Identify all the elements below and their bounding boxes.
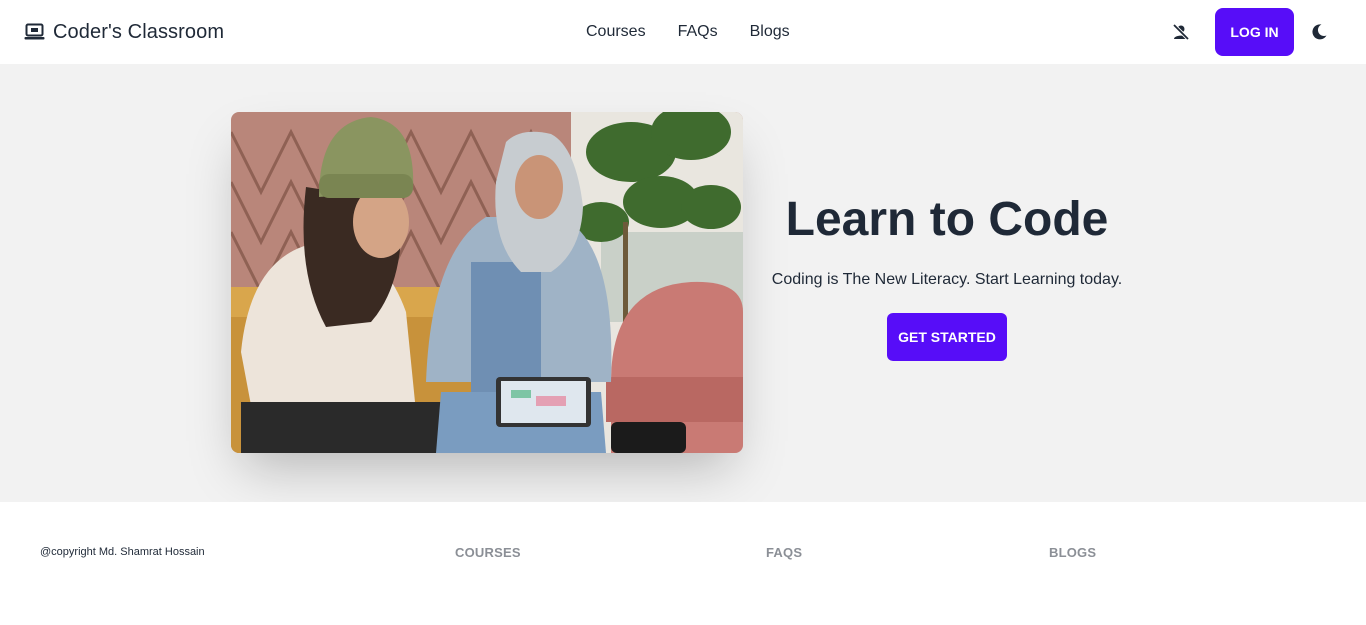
login-button[interactable]: LOG IN bbox=[1215, 8, 1294, 56]
copyright-text: @copyright Md. Shamrat Hossain bbox=[40, 546, 205, 558]
main-nav: Courses FAQs Blogs bbox=[586, 0, 790, 64]
nav-actions: LOG IN bbox=[1171, 8, 1328, 56]
laptop-icon bbox=[24, 23, 45, 41]
footer-link-courses[interactable]: COURSES bbox=[455, 545, 521, 560]
nav-link-faqs[interactable]: FAQs bbox=[678, 23, 718, 41]
footer: @copyright Md. Shamrat Hossain COURSES F… bbox=[0, 502, 1366, 625]
hero-section: Learn to Code Coding is The New Literacy… bbox=[0, 64, 1366, 502]
footer-link-faqs[interactable]: FAQS bbox=[766, 545, 802, 560]
navbar: Coder's Classroom Courses FAQs Blogs LOG… bbox=[0, 0, 1366, 64]
user-off-icon[interactable] bbox=[1171, 22, 1191, 42]
brand-title: Coder's Classroom bbox=[53, 20, 225, 43]
get-started-button[interactable]: GET STARTED bbox=[887, 312, 1007, 361]
nav-link-blogs[interactable]: Blogs bbox=[750, 23, 790, 41]
hero-text: Learn to Code Coding is The New Literacy… bbox=[743, 193, 1151, 361]
footer-link-blogs[interactable]: BLOGS bbox=[1049, 545, 1096, 560]
brand-logo[interactable]: Coder's Classroom bbox=[24, 0, 224, 64]
hero-subtitle: Coding is The New Literacy. Start Learni… bbox=[771, 270, 1123, 288]
moon-icon[interactable] bbox=[1310, 23, 1328, 41]
hero-image bbox=[231, 112, 743, 453]
nav-link-courses[interactable]: Courses bbox=[586, 23, 646, 41]
hero-title: Learn to Code bbox=[785, 193, 1109, 246]
